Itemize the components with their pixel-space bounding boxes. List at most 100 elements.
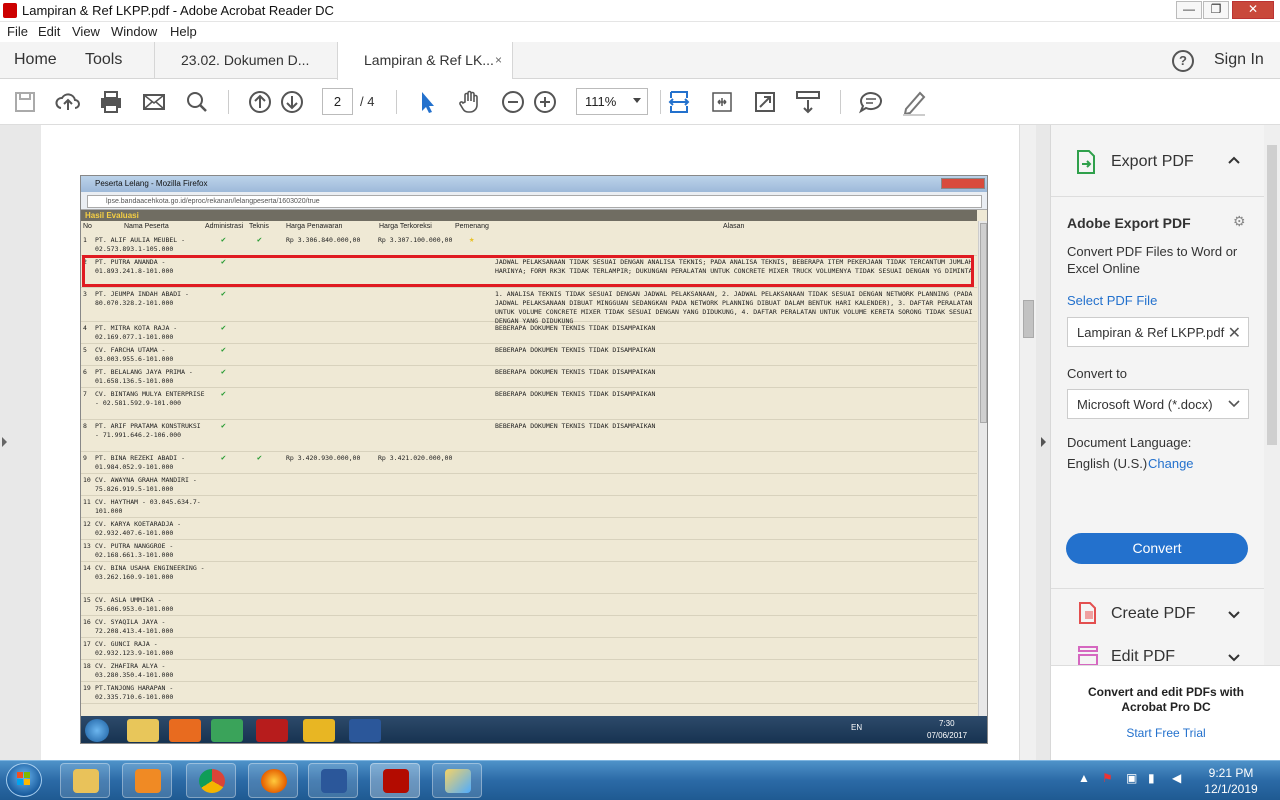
- system-clock[interactable]: 9:21 PM 12/1/2019: [1196, 765, 1266, 797]
- convert-button[interactable]: Convert: [1066, 533, 1248, 564]
- change-language-link[interactable]: Change: [1148, 456, 1194, 471]
- export-description: Convert PDF Files to Word or Excel Onlin…: [1067, 244, 1238, 276]
- help-icon[interactable]: ?: [1172, 50, 1194, 72]
- row-number: 19: [83, 684, 91, 692]
- zoom-out-icon[interactable]: [499, 88, 527, 116]
- right-panel-scrollbar[interactable]: [1264, 125, 1280, 665]
- check-icon: ✔: [221, 453, 226, 462]
- highlight-pen-icon[interactable]: [900, 88, 928, 116]
- expand-left-panel-icon[interactable]: [2, 437, 7, 447]
- start-trial-link[interactable]: Start Free Trial: [1081, 726, 1251, 740]
- convert-to-label: Convert to: [1067, 366, 1127, 381]
- tab-tools[interactable]: Tools: [85, 51, 122, 69]
- volume-icon[interactable]: ◀: [1172, 771, 1181, 785]
- tab-document-1[interactable]: 23.02. Dokumen D...: [154, 42, 337, 79]
- select-pdf-label: Select PDF File: [1067, 293, 1158, 308]
- create-pdf-tool[interactable]: Create PDF: [1051, 597, 1265, 631]
- fit-width-icon[interactable]: [665, 88, 693, 116]
- fit-page-icon[interactable]: [708, 88, 736, 116]
- embedded-scrollbar: [978, 221, 987, 731]
- row-name: CV. ASLA UMMIKA - 75.606.953.0-101.000: [95, 596, 174, 613]
- menu-window[interactable]: Window: [111, 24, 157, 39]
- selected-file-field[interactable]: Lampiran & Ref LKPP.pdf ✕: [1067, 317, 1249, 347]
- word-icon: [321, 769, 347, 793]
- select-cursor-icon[interactable]: [413, 88, 441, 116]
- zoom-in-icon[interactable]: [531, 88, 559, 116]
- row-name: PT. ALIF AULIA MEUBEL - 02.573.893.1-105…: [95, 236, 186, 253]
- close-window-button[interactable]: ✕: [1232, 1, 1274, 19]
- row-name: PT. JEUMPA INDAH ABADI - 80.070.328.2-10…: [95, 290, 189, 307]
- scroll-mode-icon[interactable]: [794, 88, 822, 116]
- create-pdf-icon: [1079, 602, 1096, 624]
- table-row: 7 CV. BINTANG MULYA ENTERPRISE - 02.581.5…: [81, 388, 977, 420]
- search-icon[interactable]: [183, 88, 211, 116]
- row-offer-price: Rp 3.420.930.000,00: [286, 454, 361, 462]
- check-icon: ✔: [221, 367, 226, 376]
- table-row: 1 PT. ALIF AULIA MEUBEL - 02.573.893.1-10…: [81, 234, 977, 256]
- clock-date: 12/1/2019: [1204, 782, 1258, 796]
- full-screen-icon[interactable]: [751, 88, 779, 116]
- menu-file[interactable]: File: [7, 24, 28, 39]
- embedded-taskbar: EN 7:30 07/06/2017: [81, 716, 987, 743]
- show-hidden-icons-icon[interactable]: ▲: [1078, 771, 1090, 785]
- document-scrollbar[interactable]: [1019, 125, 1036, 760]
- zoom-select[interactable]: 111%: [576, 88, 648, 115]
- save-icon[interactable]: [11, 88, 39, 116]
- comment-icon[interactable]: [857, 88, 885, 116]
- embedded-acrobat-icon: [256, 719, 288, 742]
- check-icon: ✔: [257, 453, 262, 462]
- page-up-icon[interactable]: [246, 88, 274, 116]
- table-row: 9 PT. BINA REZEKI ABADI - 01.984.052.9-10…: [81, 452, 977, 474]
- print-icon[interactable]: [97, 88, 125, 116]
- convert-to-select[interactable]: Microsoft Word (*.docx): [1067, 389, 1249, 419]
- embedded-tray-lang: EN: [851, 723, 863, 732]
- taskbar-word[interactable]: [308, 763, 358, 798]
- taskbar-media-player[interactable]: [122, 763, 172, 798]
- network-icon[interactable]: ▮: [1148, 771, 1155, 785]
- row-name: PT.TANJONG HARAPAN - 02.335.710.6-101.00…: [95, 684, 174, 701]
- export-pdf-title: Export PDF: [1111, 153, 1194, 170]
- taskbar-paint[interactable]: [432, 763, 482, 798]
- minimize-button[interactable]: —: [1176, 1, 1202, 19]
- scrollbar-thumb[interactable]: [1023, 300, 1034, 338]
- taskbar-explorer[interactable]: [60, 763, 110, 798]
- row-reason: BEBERAPA DOKUMEN TEKNIS TIDAK DISAMPAIKA…: [495, 368, 656, 376]
- sign-in-link[interactable]: Sign In: [1214, 51, 1264, 69]
- chevron-up-icon[interactable]: [1227, 155, 1241, 165]
- menu-help[interactable]: Help: [170, 24, 197, 39]
- collapse-right-panel-icon[interactable]: [1041, 437, 1046, 447]
- check-icon: ✔: [221, 389, 226, 398]
- start-button[interactable]: [6, 763, 42, 797]
- export-pdf-header[interactable]: Export PDF: [1051, 125, 1265, 197]
- zoom-value: 111%: [585, 94, 617, 109]
- tab-home[interactable]: Home: [14, 51, 57, 69]
- edit-pdf-tool[interactable]: Edit PDF: [1051, 640, 1265, 665]
- row-name: CV. PUTRA NANGGROE - 02.168.661.3-101.00…: [95, 542, 174, 559]
- close-tab-icon[interactable]: ×: [495, 53, 502, 67]
- taskbar-acrobat[interactable]: [370, 763, 420, 798]
- row-corrected-price: Rp 3.421.020.000,00: [378, 454, 453, 462]
- taskbar-chrome[interactable]: [186, 763, 236, 798]
- doc-language-label: Document Language:: [1067, 435, 1192, 450]
- menu-view[interactable]: View: [72, 24, 100, 39]
- scrollbar-thumb[interactable]: [1267, 145, 1277, 445]
- row-number: 6: [83, 368, 87, 376]
- device-icon[interactable]: ▣: [1126, 771, 1137, 785]
- page-number-input[interactable]: 2: [322, 88, 353, 115]
- email-icon[interactable]: [140, 88, 168, 116]
- hand-icon[interactable]: [456, 88, 484, 116]
- remove-file-icon[interactable]: ✕: [1228, 323, 1241, 343]
- maximize-button[interactable]: ❐: [1203, 1, 1229, 19]
- col-no: No: [83, 223, 92, 230]
- page-down-icon[interactable]: [278, 88, 306, 116]
- row-reason: BEBERAPA DOKUMEN TEKNIS TIDAK DISAMPAIKA…: [495, 324, 656, 332]
- menu-edit[interactable]: Edit: [38, 24, 60, 39]
- taskbar-firefox[interactable]: [248, 763, 298, 798]
- tab-document-2[interactable]: Lampiran & Ref LK... ×: [337, 42, 512, 80]
- upload-icon[interactable]: [54, 88, 82, 116]
- export-options-icon[interactable]: ⚙: [1233, 213, 1246, 230]
- table-row: 17 CV. GUNCI RAJA - 02.932.123.9-101.000: [81, 638, 977, 660]
- action-center-icon[interactable]: ⚑: [1102, 771, 1113, 785]
- export-section-title: Adobe Export PDF: [1067, 215, 1191, 231]
- table-row: 6 PT. BELALANG JAYA PRIMA - 01.658.136.5-…: [81, 366, 977, 388]
